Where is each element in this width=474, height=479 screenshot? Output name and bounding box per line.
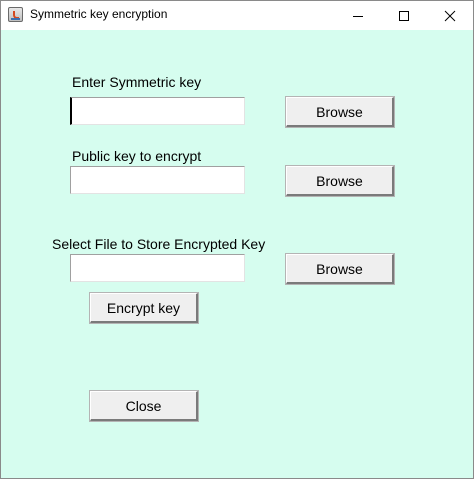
symmetric-key-input[interactable] (70, 97, 245, 125)
encrypt-key-button[interactable]: Encrypt key (90, 293, 198, 323)
minimize-icon (353, 15, 363, 17)
output-file-label: Select File to Store Encrypted Key (52, 236, 266, 252)
browse-output-file-button[interactable]: Browse (286, 254, 394, 284)
window-title: Symmetric key encryption (30, 7, 168, 21)
public-key-input[interactable] (70, 166, 245, 194)
symmetric-key-label: Enter Symmetric key (72, 74, 202, 90)
app-window: Symmetric key encryption Enter Symmetric… (0, 0, 474, 479)
maximize-icon (399, 10, 409, 21)
minimize-button[interactable] (335, 1, 381, 30)
close-window-button[interactable] (427, 1, 473, 30)
java-cup-icon (8, 7, 23, 22)
title-bar: Symmetric key encryption (1, 1, 473, 30)
maximize-button[interactable] (381, 1, 427, 30)
close-button[interactable]: Close (90, 391, 198, 421)
public-key-label: Public key to encrypt (72, 148, 202, 164)
output-file-input[interactable] (70, 254, 245, 282)
close-icon (444, 10, 456, 21)
browse-symmetric-key-button[interactable]: Browse (286, 97, 394, 127)
browse-public-key-button[interactable]: Browse (286, 166, 394, 196)
